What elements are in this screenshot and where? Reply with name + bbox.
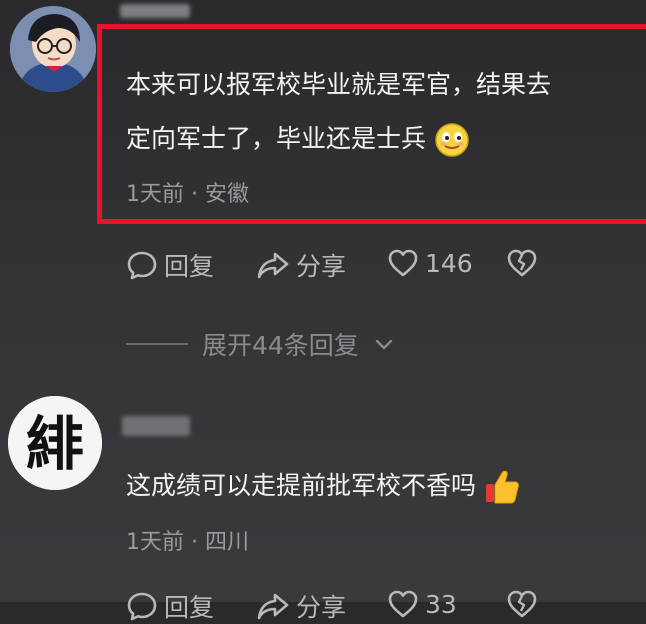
anime-avatar-icon: [10, 6, 96, 92]
dislike-button-1[interactable]: [506, 247, 538, 279]
reply-label: 回复: [164, 252, 215, 281]
comment-2-text: 这成绩可以走提前批军校不香吗: [126, 468, 520, 506]
username-1[interactable]: [120, 4, 190, 18]
broken-heart-icon: [507, 590, 537, 618]
chevron-down-icon: [375, 339, 393, 350]
like-button-1[interactable]: 146: [387, 247, 473, 279]
svg-text:緋: 緋: [26, 410, 84, 478]
heart-icon: [388, 590, 418, 618]
reply-button-2[interactable]: 回复: [126, 588, 214, 624]
expand-replies-label: 展开44条回复: [202, 331, 359, 360]
comment-bubble-icon: [127, 592, 157, 621]
username-2[interactable]: [122, 416, 190, 436]
broken-heart-icon: [507, 249, 537, 277]
comment-2-location: 四川: [205, 530, 250, 555]
highlight-box: [97, 24, 646, 224]
reply-label: 回复: [164, 593, 215, 622]
user-avatar-1[interactable]: [10, 6, 96, 92]
like-count: 33: [425, 589, 457, 619]
heart-icon: [388, 249, 418, 277]
like-button-2[interactable]: 33: [387, 588, 457, 620]
calligraphy-avatar-icon: 緋: [8, 396, 102, 490]
share-label: 分享: [296, 252, 347, 281]
comment-bubble-icon: [127, 251, 157, 280]
share-arrow-icon: [257, 252, 289, 279]
like-count: 146: [425, 248, 473, 278]
expand-divider: [126, 343, 188, 345]
reply-button-1[interactable]: 回复: [126, 247, 214, 283]
share-button-2[interactable]: 分享: [256, 588, 346, 624]
share-label: 分享: [296, 593, 347, 622]
share-arrow-icon: [257, 593, 289, 620]
thumbs-up-emoji-icon: [485, 470, 519, 504]
comment-2-meta: 1天前 · 四川: [126, 524, 249, 556]
dislike-button-2[interactable]: [506, 588, 538, 620]
expand-replies-button[interactable]: 展开44条回复: [126, 326, 395, 362]
comment-2-time: 1天前: [126, 530, 184, 555]
comment-2-text-content: 这成绩可以走提前批军校不香吗: [126, 471, 477, 500]
user-avatar-2[interactable]: 緋: [8, 396, 102, 490]
share-button-1[interactable]: 分享: [256, 247, 346, 283]
meta-separator: ·: [191, 530, 198, 555]
